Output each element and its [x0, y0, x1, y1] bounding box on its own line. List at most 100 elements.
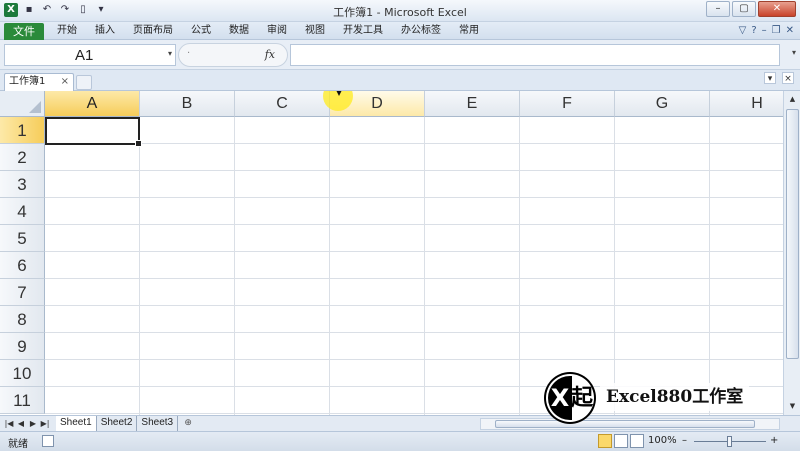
column-header-e[interactable]: E [425, 91, 520, 117]
row-header-4[interactable]: 4 [0, 198, 45, 225]
insert-function-icon[interactable]: fx [265, 48, 275, 61]
column-header-f[interactable]: F [520, 91, 615, 117]
status-ready-text: 就绪 [8, 439, 28, 450]
column-header-g[interactable]: G [615, 91, 710, 117]
close-button[interactable]: ✕ [758, 1, 796, 17]
sheet-tab-2[interactable]: Sheet2 [96, 416, 138, 431]
window-title: 工作簿1 - Microsoft Excel [333, 6, 467, 19]
vertical-scrollbar[interactable]: ▲ ▼ [783, 91, 800, 415]
maximize-button[interactable]: ▢ [732, 1, 756, 17]
gridline-horizontal [45, 332, 783, 333]
row-header-10[interactable]: 10 [0, 360, 45, 387]
name-box-value: A1 [75, 47, 94, 64]
help-icon[interactable]: ? [751, 24, 756, 38]
row-header-2[interactable]: 2 [0, 144, 45, 171]
tab-view[interactable]: 视图 [296, 24, 334, 38]
gridline-horizontal [45, 251, 783, 252]
gridline-vertical [709, 117, 710, 415]
close-icon[interactable]: × [61, 74, 69, 90]
row-header-9[interactable]: 9 [0, 333, 45, 360]
workbook-strip-controls: ▾ × [764, 72, 794, 84]
next-sheet-icon[interactable]: ▶ [28, 417, 38, 430]
window-controls: – ▢ ✕ [706, 1, 796, 17]
row-header-11[interactable]: 11 [0, 387, 45, 414]
prev-sheet-icon[interactable]: ◀ [16, 417, 26, 430]
column-header-a[interactable]: A [45, 91, 140, 117]
workbook-minimize-icon[interactable]: – [762, 24, 767, 38]
tab-file[interactable]: 文件 [4, 23, 44, 40]
workbook-tab-label: 工作簿1 [9, 76, 46, 87]
tab-page-layout[interactable]: 页面布局 [124, 24, 182, 38]
page-break-view-icon[interactable] [630, 434, 644, 448]
name-box[interactable]: A1 ▾ [4, 44, 176, 66]
tab-developer[interactable]: 开发工具 [334, 24, 392, 38]
row-header-5[interactable]: 5 [0, 225, 45, 252]
zoom-out-icon[interactable]: – [682, 435, 687, 446]
chevron-down-icon[interactable]: ▾ [168, 49, 172, 58]
row-header-6[interactable]: 6 [0, 252, 45, 279]
ribbon-right-controls: ▽ ? – ❐ ✕ [739, 24, 794, 38]
workbook-close-icon[interactable]: ✕ [786, 24, 794, 38]
row-header-7[interactable]: 7 [0, 279, 45, 306]
insert-sheet-icon[interactable]: ⊕ [180, 416, 196, 430]
tab-office-tab[interactable]: 办公标签 [392, 24, 450, 38]
row-header-1[interactable]: 1 [0, 117, 45, 144]
column-header-c[interactable]: C [235, 91, 330, 117]
tab-review[interactable]: 审阅 [258, 24, 296, 38]
zoom-level[interactable]: 100% [648, 435, 677, 446]
normal-view-icon[interactable] [598, 434, 612, 448]
row-header-8[interactable]: 8 [0, 306, 45, 333]
new-workbook-tab-button[interactable] [76, 75, 92, 90]
page-layout-view-icon[interactable] [614, 434, 628, 448]
sheet-tab-3[interactable]: Sheet3 [137, 416, 179, 431]
watermark-logo-letter: X [548, 376, 572, 420]
first-sheet-icon[interactable]: |◀ [4, 417, 14, 430]
gridline-horizontal [45, 278, 783, 279]
ribbon-tab-bar: 文件 开始 插入 页面布局 公式 数据 审阅 视图 开发工具 办公标签 常用 ▽… [0, 22, 800, 40]
gridline-vertical [234, 117, 235, 415]
workbook-restore-icon[interactable]: ❐ [772, 24, 781, 38]
macro-record-icon[interactable] [42, 435, 54, 447]
gridline-horizontal [45, 359, 783, 360]
title-bar: X ▪ ↶ ↷ ▯ ▾ 工作簿1 - Microsoft Excel – ▢ ✕ [0, 0, 800, 22]
vertical-scroll-thumb[interactable] [786, 109, 799, 359]
function-box: · fx [178, 43, 288, 67]
column-header-b[interactable]: B [140, 91, 235, 117]
gridline-horizontal [45, 143, 783, 144]
sheet-tab-1[interactable]: Sheet1 [56, 416, 97, 431]
column-header-h[interactable]: H [710, 91, 783, 117]
tab-home[interactable]: 开始 [48, 24, 86, 38]
zoom-in-icon[interactable]: + [770, 435, 778, 446]
close-workbook-icon[interactable]: × [782, 72, 794, 84]
watermark: X 起 Excel880工作室 [544, 372, 776, 424]
horizontal-scroll-thumb[interactable] [495, 420, 755, 428]
minimize-button[interactable]: – [706, 1, 730, 17]
tab-list-dropdown-icon[interactable]: ▾ [764, 72, 776, 84]
tab-common[interactable]: 常用 [450, 24, 488, 38]
watermark-logo: X 起 [544, 372, 596, 424]
tab-data[interactable]: 数据 [220, 24, 258, 38]
gridline-vertical [329, 117, 330, 415]
gridline-horizontal [45, 224, 783, 225]
worksheet-grid[interactable]: ABCDEFGH 1 2 3 4 5 6 7 8 9 10 11 [0, 91, 783, 415]
gridline-vertical [139, 117, 140, 415]
workbook-tab-strip: 工作簿1 × ▾ × [0, 70, 800, 91]
active-cell[interactable] [45, 117, 142, 147]
formula-input[interactable] [290, 44, 780, 66]
collapse-ribbon-icon[interactable]: ▽ [739, 24, 747, 38]
status-bar: 就绪 100% – + [0, 431, 800, 451]
formula-bar: A1 ▾ · fx ▾ [0, 40, 800, 70]
view-switcher [598, 434, 644, 448]
tab-insert[interactable]: 插入 [86, 24, 124, 38]
last-sheet-icon[interactable]: ▶| [40, 417, 50, 430]
select-all-button[interactable] [0, 91, 45, 117]
zoom-slider-thumb[interactable] [727, 436, 732, 447]
scroll-down-icon[interactable]: ▼ [786, 400, 799, 413]
gridline-horizontal [45, 305, 783, 306]
expand-formula-bar-icon[interactable]: ▾ [792, 48, 796, 57]
gridline-horizontal [45, 170, 783, 171]
scroll-up-icon[interactable]: ▲ [786, 93, 799, 106]
tab-formulas[interactable]: 公式 [182, 24, 220, 38]
row-header-3[interactable]: 3 [0, 171, 45, 198]
workbook-tab[interactable]: 工作簿1 × [4, 73, 74, 91]
